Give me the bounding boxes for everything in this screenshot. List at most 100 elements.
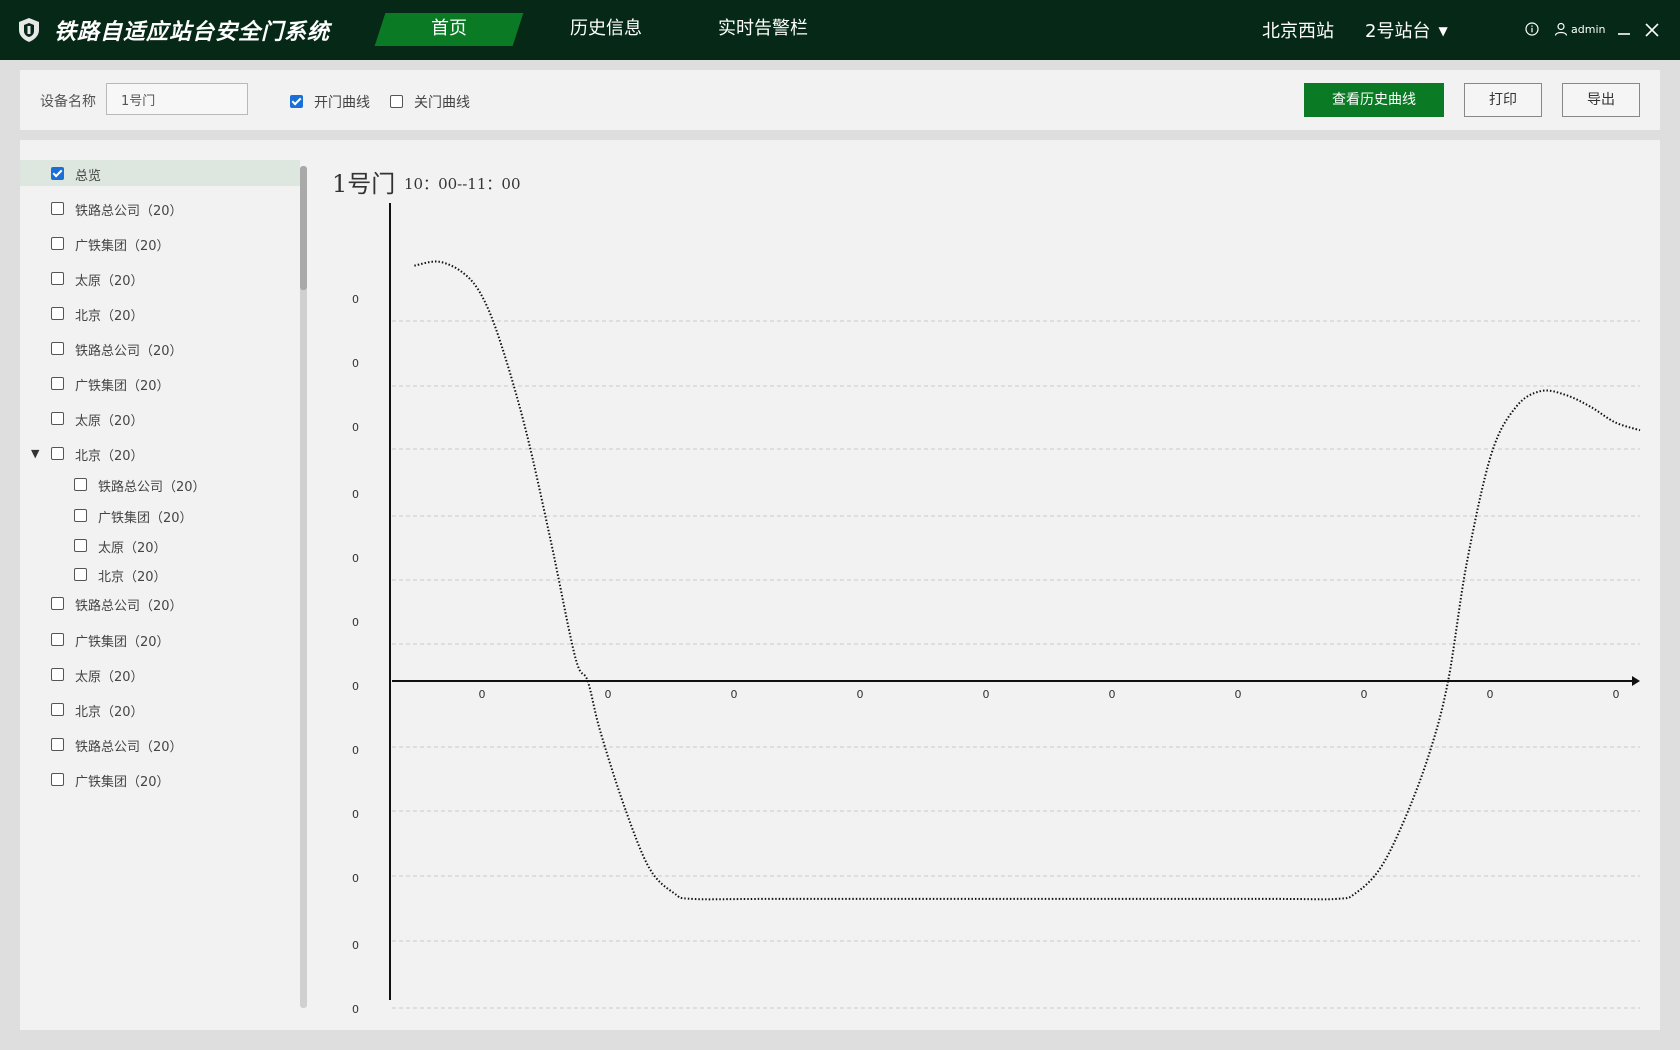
tree-item-checkbox[interactable] (51, 342, 64, 355)
tree-item-label: 太原（20） (75, 414, 144, 429)
tree-item-label: 北京（20） (75, 449, 144, 464)
platform-select[interactable]: 2号站台 ▼ (1365, 17, 1448, 43)
tree-item-label: 广铁集团（20） (75, 775, 170, 790)
tree-item[interactable]: 太原（20） (20, 405, 300, 431)
tree-scrollbar-thumb[interactable] (300, 166, 307, 290)
close-curve-label[interactable]: 关门曲线 (414, 92, 470, 112)
y-tick-label: 0 (352, 872, 359, 885)
tree-item-checkbox[interactable] (51, 237, 64, 250)
x-tick-label: 0 (605, 688, 612, 701)
y-tick-label: 0 (352, 421, 359, 434)
tab-history-info-label: 历史信息 (570, 18, 642, 39)
chart-time-range: 10：00--11：00 (404, 175, 521, 193)
view-history-curve-button[interactable]: 查看历史曲线 (1304, 83, 1444, 117)
tree-item[interactable]: 北京（20） (20, 696, 300, 722)
x-tick-label: 0 (1109, 688, 1116, 701)
device-tree: 总览铁路总公司（20） 广铁集团（20） 太原（20） 北京（20） 铁路总公司（20）… (20, 160, 300, 1020)
app-title: 铁路自适应站台安全门系统 (54, 20, 331, 45)
tree-item[interactable]: 北京（20） (20, 561, 300, 587)
y-tick-label: 0 (352, 744, 359, 757)
tree-item[interactable]: 广铁集团（20） (20, 766, 300, 792)
tree-item[interactable]: 北京（20） (20, 300, 300, 326)
tree-item[interactable]: 铁路总公司（20） (20, 195, 300, 221)
tree-item-checkbox[interactable] (51, 167, 64, 180)
tree-item-label: 广铁集团（20） (75, 239, 170, 254)
tree-item[interactable]: 广铁集团（20） (20, 370, 300, 396)
tree-item-checkbox[interactable] (51, 447, 64, 460)
tree-item-checkbox[interactable] (51, 703, 64, 716)
tab-home[interactable]: 首页 (380, 0, 518, 60)
door-curve-chart: 0 0 0 0 0 0 0 0 0 0 0 0 0 0 0 0 0 0 0 0 0 0 (352, 203, 1641, 1016)
tree-item-checkbox[interactable] (51, 773, 64, 786)
tab-home-label: 首页 (431, 18, 467, 39)
tree-item-label: 总览 (75, 169, 102, 184)
tree-item-checkbox[interactable] (51, 412, 64, 425)
expand-caret-icon[interactable]: ▼ (31, 447, 39, 460)
tree-item-label: 广铁集团（20） (75, 379, 170, 394)
tree-item-checkbox[interactable] (74, 478, 87, 491)
tree-item[interactable]: 总览 (20, 160, 300, 186)
close-curve-checkbox[interactable] (390, 95, 403, 108)
tree-item[interactable]: 广铁集团（20） (20, 626, 300, 652)
main-panel: 总览铁路总公司（20） 广铁集团（20） 太原（20） 北京（20） 铁路总公司（20）… (20, 140, 1660, 1030)
device-name-label: 设备名称 (40, 94, 96, 110)
x-tick-label: 0 (1361, 688, 1368, 701)
print-button[interactable]: 打印 (1464, 83, 1542, 117)
tree-item-checkbox[interactable] (51, 307, 64, 320)
tree-item-checkbox[interactable] (74, 539, 87, 552)
tree-item-checkbox[interactable] (74, 509, 87, 522)
tree-item[interactable]: 铁路总公司（20） (20, 471, 300, 497)
minimize-icon[interactable] (1616, 22, 1632, 38)
tree-item-checkbox[interactable] (51, 668, 64, 681)
tab-realtime-alarm[interactable]: 实时告警栏 (718, 0, 808, 60)
tree-item-checkbox[interactable] (51, 597, 64, 610)
tree-item-checkbox[interactable] (51, 633, 64, 646)
platform-select-value: 2号站台 (1365, 21, 1431, 42)
station-name[interactable]: 北京西站 (1262, 17, 1334, 43)
tree-item[interactable]: 太原（20） (20, 532, 300, 558)
username[interactable]: admin (1571, 23, 1605, 36)
tree-item[interactable]: 太原（20） (20, 661, 300, 687)
chart-title: 1号门 (332, 170, 396, 198)
user-icon (1554, 22, 1568, 36)
x-axis-arrow-icon (1632, 676, 1640, 686)
tree-item-checkbox[interactable] (51, 272, 64, 285)
y-tick-label: 0 (352, 357, 359, 370)
y-tick-label: 0 (352, 616, 359, 629)
open-curve-checkbox[interactable] (290, 95, 303, 108)
tree-item[interactable]: 太原（20） (20, 265, 300, 291)
y-tick-label: 0 (352, 552, 359, 565)
tree-item[interactable]: 铁路总公司（20） (20, 335, 300, 361)
tree-item-label: 北京（20） (75, 309, 144, 324)
tree-item-checkbox[interactable] (51, 377, 64, 390)
open-curve-label[interactable]: 开门曲线 (314, 92, 370, 112)
y-tick-label: 0 (352, 680, 359, 693)
top-bar: 铁路自适应站台安全门系统 首页 历史信息 实时告警栏 北京西站 2号站台 ▼ ad… (0, 0, 1680, 60)
tree-item-label: 铁路总公司（20） (75, 344, 183, 359)
tree-item[interactable]: 铁路总公司（20） (20, 590, 300, 616)
x-tick-label: 0 (1235, 688, 1242, 701)
tab-history-info[interactable]: 历史信息 (570, 0, 642, 60)
tree-item-label: 太原（20） (98, 541, 167, 556)
tree-item-label: 铁路总公司（20） (75, 599, 183, 614)
tree-item-label: 广铁集团（20） (75, 635, 170, 650)
y-tick-label: 0 (352, 488, 359, 501)
info-icon[interactable] (1525, 22, 1539, 36)
x-tick-label: 0 (731, 688, 738, 701)
tree-item-label: 太原（20） (75, 670, 144, 685)
y-tick-label: 0 (352, 1003, 359, 1016)
device-name-input[interactable] (106, 83, 248, 115)
export-button[interactable]: 导出 (1562, 83, 1640, 117)
tree-item[interactable]: ▼ 北京（20） (20, 440, 300, 466)
tab-realtime-alarm-label: 实时告警栏 (718, 18, 808, 39)
close-icon[interactable] (1644, 22, 1660, 38)
tree-item-label: 广铁集团（20） (98, 511, 193, 526)
y-tick-label: 0 (352, 939, 359, 952)
tree-item-checkbox[interactable] (51, 738, 64, 751)
tree-item-checkbox[interactable] (74, 568, 87, 581)
tree-item[interactable]: 广铁集团（20） (20, 230, 300, 256)
tree-scrollbar[interactable] (300, 166, 307, 1008)
tree-item[interactable]: 铁路总公司（20） (20, 731, 300, 757)
tree-item[interactable]: 广铁集团（20） (20, 502, 300, 528)
tree-item-checkbox[interactable] (51, 202, 64, 215)
